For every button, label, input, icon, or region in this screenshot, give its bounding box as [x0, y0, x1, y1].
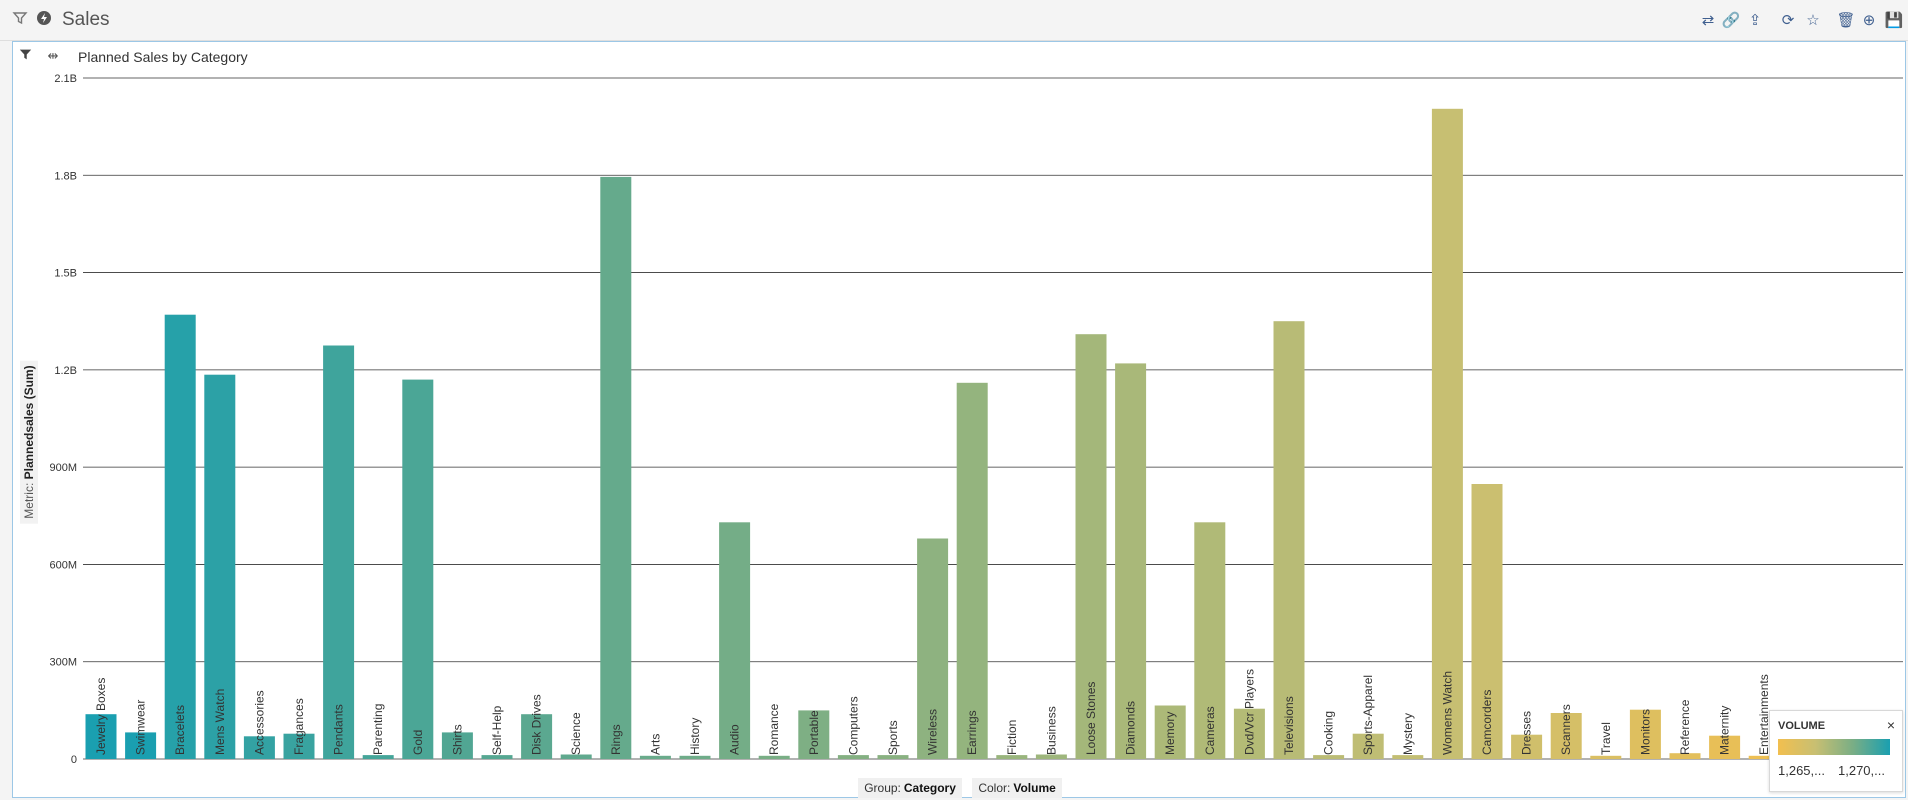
refresh-icon[interactable]: ⟳ [1778, 10, 1798, 30]
dashboard-title: Sales [62, 9, 110, 30]
bar-label: Wireless [926, 709, 940, 755]
bar-label: Bracelets [173, 705, 187, 755]
bar-label: Dresses [1520, 711, 1534, 755]
bar-label: History [688, 718, 702, 755]
bar-label: Jewelry Boxes [94, 678, 108, 755]
bar-label: Romance [767, 703, 781, 755]
top-bar: Sales ⇄ 🔗 ⇪ ⟳ ☆ 🗑 ⊕ 💾 [0, 0, 1908, 41]
bar-label: Swimwear [134, 700, 148, 755]
bar-label: Memory [1163, 712, 1177, 755]
y-tick-label: 300M [49, 657, 77, 669]
bar-label: Dvd/Vcr Players [1242, 669, 1256, 755]
bar-label: Monitors [1638, 709, 1652, 755]
y-tick-label: 1.5B [54, 268, 77, 280]
y-tick-label: 600M [49, 559, 77, 571]
bar-label: Sports [886, 720, 900, 755]
bar-label: Womens Watch [1440, 671, 1454, 755]
bar[interactable] [758, 755, 790, 759]
bar-label: Fiction [1005, 720, 1019, 755]
bar-label: Mystery [1401, 713, 1415, 755]
bar-label: Pendants [332, 704, 346, 755]
bar[interactable] [639, 755, 671, 759]
legend-title: VOLUME [1778, 720, 1826, 732]
bar-label: Shirts [450, 724, 464, 755]
bar-label: Cooking [1322, 711, 1336, 755]
bar[interactable] [1115, 363, 1147, 759]
bar[interactable] [679, 755, 711, 759]
bar[interactable] [402, 379, 434, 759]
y-tick-label: 2.1B [54, 73, 77, 85]
gridlines [83, 77, 1903, 760]
y-axis: 0 300M 600M 900M 1.2B 1.5B 1.8B 2.1B [49, 73, 77, 766]
bar[interactable] [323, 345, 355, 760]
bar-label: Cameras [1203, 706, 1217, 755]
star-icon[interactable]: ☆ [1803, 10, 1823, 30]
chart-widget: ⇹ Planned Sales by Category Metric: Plan… [12, 41, 1906, 798]
bar[interactable] [1273, 321, 1305, 759]
legend-close-icon[interactable]: × [1887, 717, 1895, 733]
bar[interactable] [1431, 108, 1463, 760]
color-value: Volume [1013, 781, 1056, 795]
bar[interactable] [719, 522, 751, 759]
swap-icon[interactable]: ⇄ [1698, 10, 1718, 30]
color-label: Color: [978, 781, 1011, 795]
bar-label: Televisions [1282, 696, 1296, 755]
bar-label: Rings [609, 724, 623, 755]
bar[interactable] [956, 382, 988, 759]
y-tick-label: 1.8B [54, 170, 77, 182]
bar[interactable] [164, 314, 196, 759]
bar-label: Self-Help [490, 705, 504, 755]
link-icon[interactable]: 🔗 [1721, 10, 1741, 30]
bar-label: Business [1044, 706, 1058, 755]
legend-max: 1,270,... [1838, 763, 1885, 778]
bar-label: Fragances [292, 698, 306, 755]
bar[interactable] [600, 176, 632, 759]
bar-chart: 0 300M 600M 900M 1.2B 1.5B 1.8B 2.1B Jewelry Bo… [49, 73, 1903, 766]
bar-label: Camcorders [1480, 690, 1494, 755]
bar-label: Mens Watch [213, 689, 227, 755]
bar-label: Reference [1678, 699, 1692, 755]
lightning-icon[interactable] [36, 10, 56, 30]
save-icon[interactable]: 💾 [1884, 10, 1904, 30]
bar-label: Science [569, 712, 583, 755]
bar-label: Diamonds [1124, 701, 1138, 755]
group-value: Category [903, 781, 956, 795]
export-icon[interactable]: ⇪ [1745, 10, 1765, 30]
bar-label: Gold [411, 730, 425, 755]
y-tick-label: 0 [71, 754, 77, 766]
bar-label: Scanners [1559, 704, 1573, 755]
filter-icon[interactable] [12, 10, 32, 30]
legend-gradient [1778, 739, 1890, 755]
bar[interactable] [1590, 755, 1622, 759]
bar-label: Arts [648, 734, 662, 755]
color-legend: VOLUME × 1,265,... 1,270,... [1769, 710, 1903, 792]
add-icon[interactable]: ⊕ [1859, 10, 1879, 30]
color-pill[interactable]: Color: Volume [972, 778, 1062, 798]
bar-label: Portable [807, 710, 821, 755]
trash-icon[interactable]: 🗑 [1836, 10, 1856, 30]
bar-label: Maternity [1718, 706, 1732, 755]
bar-label: Disk Drives [530, 694, 544, 755]
bar-label: Loose Stones [1084, 682, 1098, 755]
bar-label: Earrings [965, 710, 979, 755]
bar-label: Audio [728, 724, 742, 755]
y-tick-label: 1.2B [54, 365, 77, 377]
group-pill[interactable]: Group: Category [858, 778, 962, 798]
bar-label: Computers [846, 696, 860, 755]
group-label: Group: [864, 781, 901, 795]
y-tick-label: 900M [49, 462, 77, 474]
bar-label: Sports-Apparel [1361, 675, 1375, 755]
legend-min: 1,265,... [1778, 763, 1825, 778]
bar-label: Parenting [371, 704, 385, 755]
bar-label: Accessories [252, 690, 266, 755]
bar-label: Travel [1599, 722, 1613, 755]
chart-footer: Group: Category Color: Volume [13, 778, 1907, 798]
